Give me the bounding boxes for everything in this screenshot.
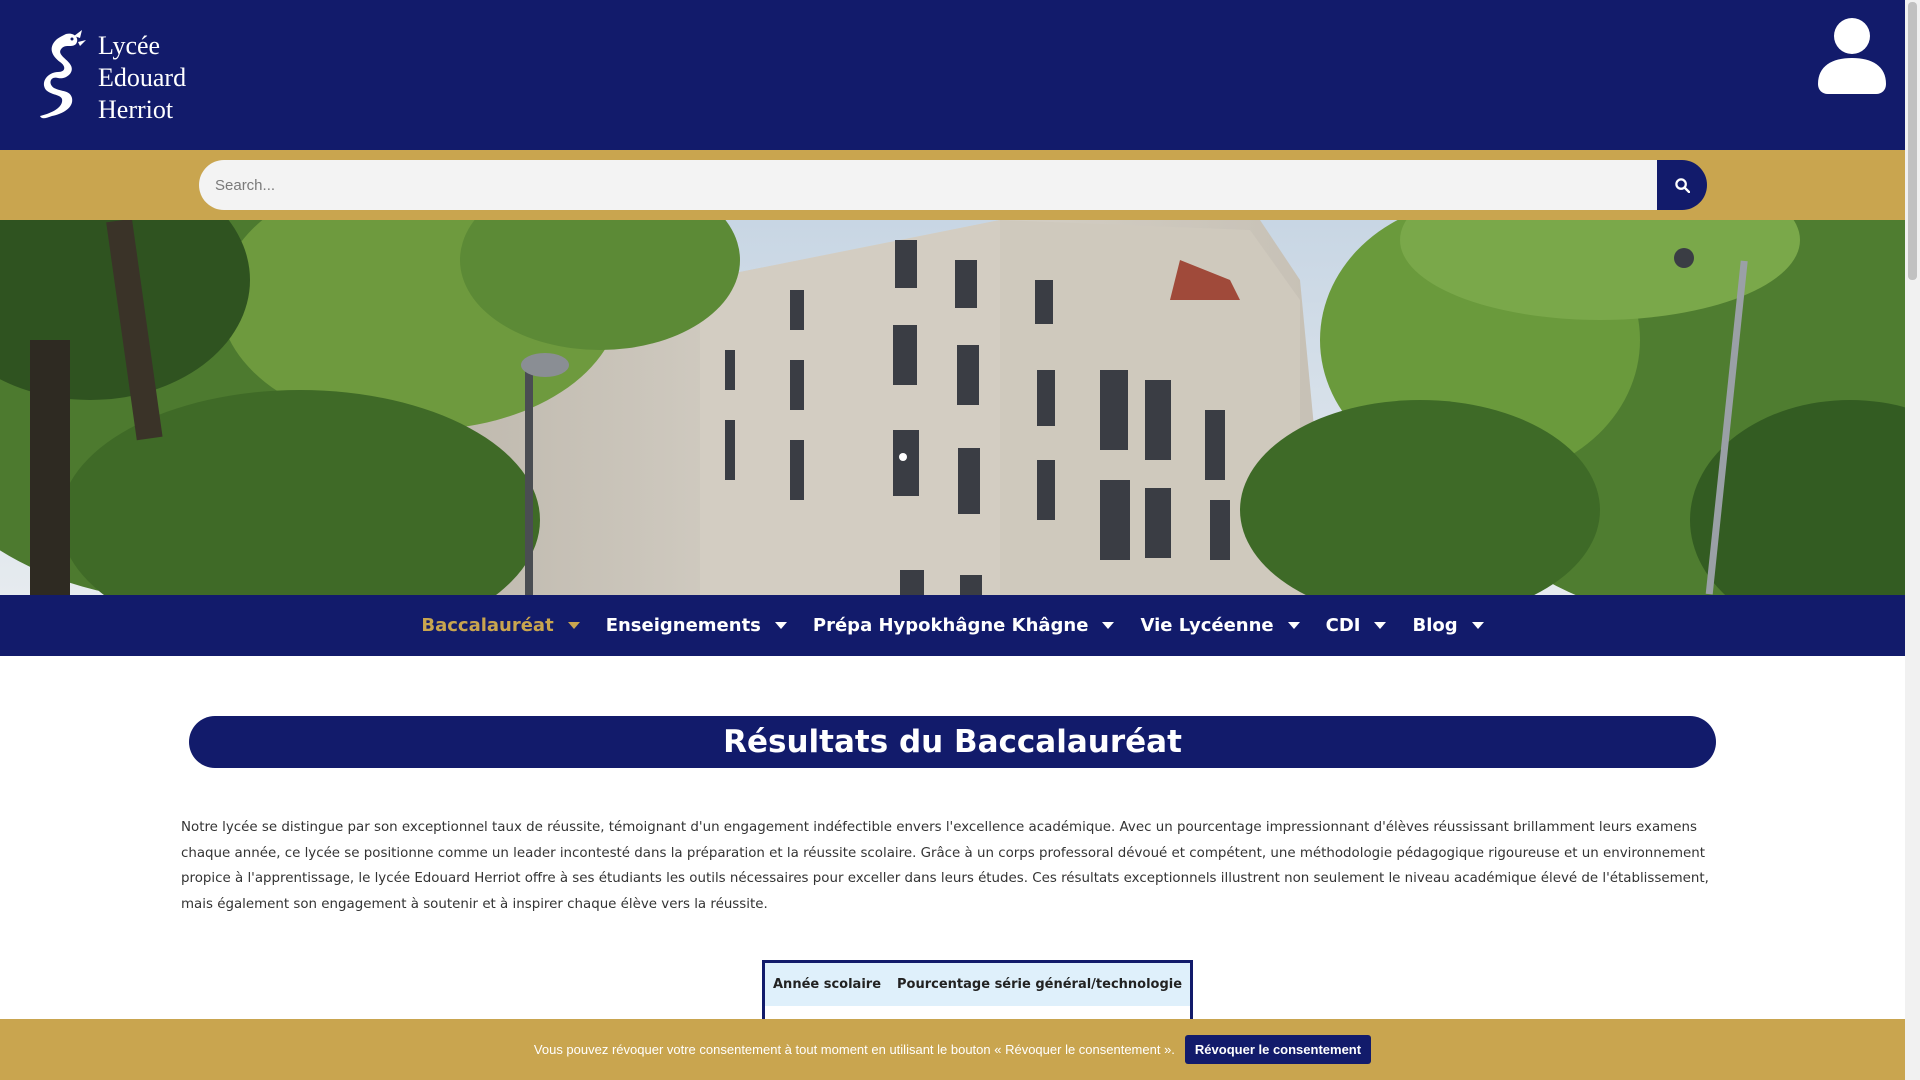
caret-down-icon xyxy=(1287,622,1300,629)
scrollbar-thumb[interactable] xyxy=(1908,2,1917,280)
nav-item-blog[interactable]: Blog xyxy=(1412,615,1484,636)
user-account-icon xyxy=(1818,18,1886,94)
search-input[interactable] xyxy=(199,160,1657,210)
caret-down-icon xyxy=(1102,622,1115,629)
cookie-text: Vous pouvez révoquer votre consentement … xyxy=(533,1042,1175,1057)
intro-paragraph: Notre lycée se distingue par son excepti… xyxy=(181,820,1709,912)
site-logo[interactable]: Lycée Edouard Herriot xyxy=(36,30,186,126)
caret-down-icon xyxy=(1471,622,1484,629)
caret-down-icon xyxy=(774,622,787,629)
nav-item-baccalaureat[interactable]: Baccalauréat xyxy=(421,615,580,636)
caret-down-icon xyxy=(567,622,580,629)
dragon-emblem-icon xyxy=(40,30,86,119)
site-header: Lycée Edouard Herriot xyxy=(0,0,1905,150)
main-nav: Baccalauréat Enseignements Prépa Hypokhâ… xyxy=(0,595,1905,656)
page-scrollbar[interactable] xyxy=(1905,0,1920,1080)
nav-item-prepa[interactable]: Prépa Hypokhâgne Khâgne xyxy=(813,615,1115,636)
hero-image xyxy=(0,220,1905,595)
caret-down-icon xyxy=(1374,622,1387,629)
nav-label: Baccalauréat xyxy=(421,615,554,636)
nav-item-enseignements[interactable]: Enseignements xyxy=(606,615,787,636)
nav-label: CDI xyxy=(1325,615,1361,636)
logo-line: Herriot xyxy=(98,95,174,124)
nav-label: Vie Lycéenne xyxy=(1140,615,1274,636)
search-form xyxy=(199,160,1707,210)
logo-line: Edouard xyxy=(98,63,187,92)
nav-label: Prépa Hypokhâgne Khâgne xyxy=(812,615,1089,636)
search-band xyxy=(0,150,1905,220)
revoke-consent-button[interactable]: Révoquer le consentement xyxy=(1184,1035,1372,1064)
search-icon xyxy=(1674,177,1690,193)
nav-label: Blog xyxy=(1412,615,1458,636)
page-title: Résultats du Baccalauréat xyxy=(189,716,1716,768)
nav-item-vie-lyceenne[interactable]: Vie Lycéenne xyxy=(1140,615,1300,636)
school-building-photo xyxy=(0,220,1905,595)
user-account-button[interactable] xyxy=(1818,18,1886,94)
nav-label: Enseignements xyxy=(605,615,761,636)
table-header-cell: Pourcentage série général/technologie xyxy=(889,961,1192,1006)
table-header-cell: Année scolaire xyxy=(763,961,890,1006)
logo-line: Lycée xyxy=(98,31,161,60)
logo-text: Lycée Edouard Herriot xyxy=(98,30,186,126)
nav-item-cdi[interactable]: CDI xyxy=(1326,615,1387,636)
search-button[interactable] xyxy=(1657,160,1707,210)
table-header-row: Année scolaire Pourcentage série général… xyxy=(763,961,1192,1006)
cookie-consent-bar: Vous pouvez révoquer votre consentement … xyxy=(0,1019,1905,1080)
